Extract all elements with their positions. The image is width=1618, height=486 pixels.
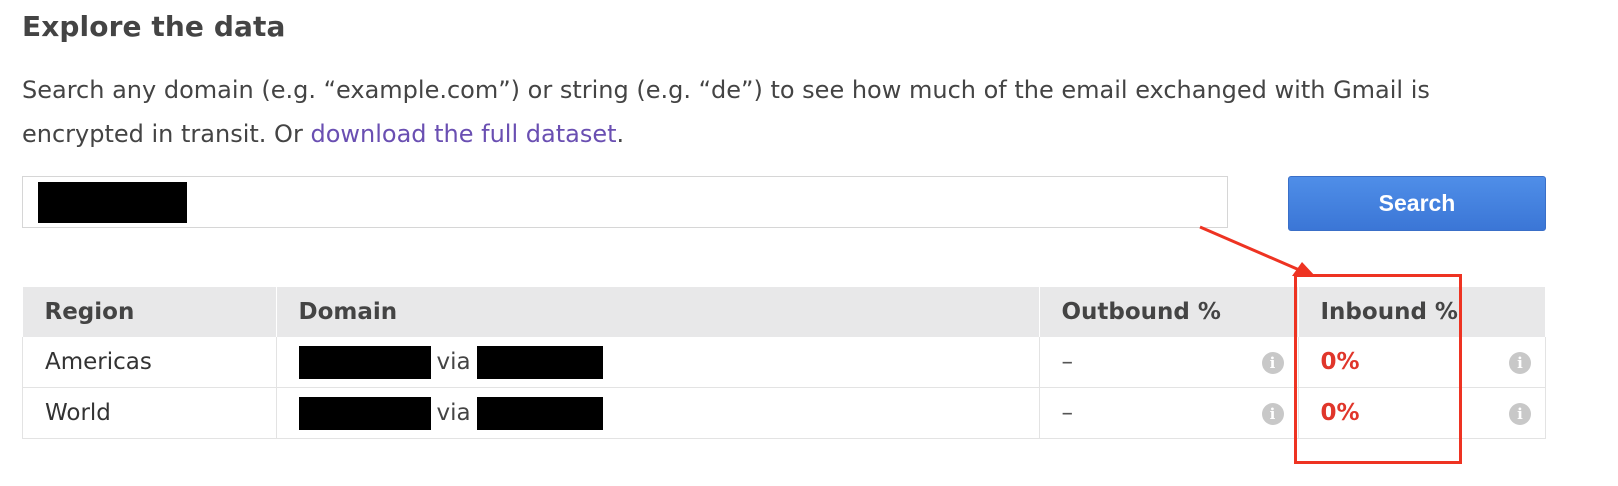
table-header-row: Region Domain Outbound % Inbound %	[22, 287, 1546, 337]
section-description: Search any domain (e.g. “example.com”) o…	[22, 68, 1522, 156]
outbound-cell: – i	[1038, 337, 1299, 388]
header-outbound: Outbound %	[1039, 287, 1299, 337]
redacted-via-domain	[476, 396, 603, 430]
redacted-query	[38, 182, 187, 223]
info-icon[interactable]: i	[1261, 352, 1284, 374]
download-dataset-link[interactable]: download the full dataset	[310, 120, 616, 148]
explore-data-section: Explore the data Search any domain (e.g.…	[22, 0, 1552, 486]
search-input-container[interactable]	[22, 176, 1228, 228]
inbound-value: 0%	[1320, 400, 1360, 426]
outbound-value: –	[1061, 400, 1074, 426]
info-icon[interactable]: i	[1261, 403, 1284, 425]
search-input[interactable]	[23, 177, 1227, 227]
redacted-domain	[298, 396, 431, 430]
domain-cell: via	[275, 337, 1040, 388]
info-icon[interactable]: i	[1509, 352, 1531, 374]
search-button[interactable]: Search	[1288, 176, 1546, 231]
region-cell: Americas	[22, 337, 277, 388]
domain-cell: via	[275, 387, 1040, 439]
inbound-value: 0%	[1320, 349, 1360, 375]
via-label: via	[436, 400, 471, 426]
header-region: Region	[22, 287, 277, 337]
via-label: via	[436, 349, 471, 375]
redacted-via-domain	[476, 345, 603, 379]
outbound-cell: – i	[1038, 387, 1299, 439]
description-suffix: .	[616, 120, 625, 148]
redacted-domain	[298, 345, 431, 379]
info-icon[interactable]: i	[1509, 403, 1531, 425]
header-domain: Domain	[276, 287, 1040, 337]
header-inbound: Inbound %	[1298, 287, 1546, 337]
table-row: World via – i 0% i	[22, 387, 1546, 439]
section-title: Explore the data	[22, 10, 286, 43]
inbound-cell: 0% i	[1297, 387, 1546, 439]
results-table: Region Domain Outbound % Inbound % Ameri…	[22, 287, 1546, 439]
outbound-value: –	[1061, 349, 1074, 375]
inbound-cell: 0% i	[1297, 337, 1546, 388]
description-text: Search any domain (e.g. “example.com”) o…	[22, 76, 1430, 148]
table-row: Americas via – i 0% i	[22, 337, 1546, 388]
region-cell: World	[22, 387, 277, 439]
